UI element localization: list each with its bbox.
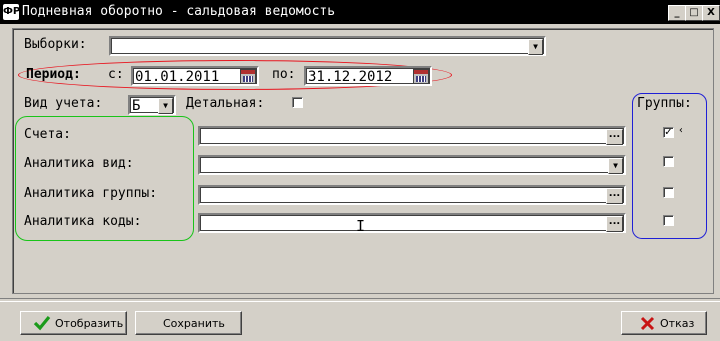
analytics-type-select[interactable]: ▼ — [198, 155, 626, 175]
text-cursor-icon: I — [356, 217, 366, 235]
calendar-icon[interactable] — [240, 69, 256, 84]
save-button[interactable]: Сохранить — [135, 311, 242, 335]
analytics-type-label: Аналитика вид: — [24, 156, 134, 171]
group-analytics-group-checkbox[interactable] — [663, 187, 674, 198]
close-icon — [640, 316, 655, 331]
groups-label: Группы: — [637, 96, 692, 111]
close-button[interactable]: X — [702, 5, 720, 21]
group-accounts-mark: ‹ — [678, 125, 685, 136]
accounts-label: Счета: — [24, 127, 71, 142]
analytics-codes-field[interactable]: ... — [198, 213, 626, 233]
ellipsis-button[interactable]: ... — [606, 129, 623, 145]
chevron-down-icon[interactable]: ▼ — [608, 158, 623, 174]
vyborki-label: Выборки: — [24, 37, 87, 52]
window-title: Подневная оборотно - сальдовая ведомость — [22, 4, 336, 19]
group-analytics-codes-checkbox[interactable] — [663, 215, 674, 226]
analytics-group-field[interactable]: ... — [198, 185, 626, 205]
maximize-button[interactable]: □ — [685, 5, 703, 21]
show-button[interactable]: Отобразить — [20, 311, 127, 335]
to-label: по: — [272, 67, 296, 82]
app-icon: ФР — [3, 4, 20, 20]
show-button-label: Отобразить — [55, 317, 124, 330]
vid-ucheta-select[interactable]: Б ▼ — [128, 95, 176, 115]
title-bar[interactable]: ФР Подневная оборотно - сальдовая ведомо… — [0, 0, 720, 24]
checkmark-icon — [33, 315, 51, 331]
from-label: с: — [108, 67, 124, 82]
cancel-button-label: Отказ — [660, 317, 695, 330]
date-from-field[interactable]: 01.01.2011 — [131, 66, 259, 86]
calendar-icon[interactable] — [413, 69, 429, 84]
chevron-down-icon[interactable]: ▼ — [528, 39, 543, 55]
ellipsis-button[interactable]: ... — [606, 216, 623, 232]
period-label: Период: — [26, 67, 81, 82]
cancel-button[interactable]: Отказ — [621, 311, 707, 335]
group-accounts-checkbox[interactable]: ✓ — [663, 127, 674, 138]
group-analytics-type-checkbox[interactable] — [663, 156, 674, 167]
chevron-down-icon[interactable]: ▼ — [158, 98, 173, 114]
vid-ucheta-label: Вид учета: — [24, 96, 103, 111]
vyborki-select[interactable]: ▼ — [109, 36, 546, 56]
report-window: ФР Подневная оборотно - сальдовая ведомо… — [0, 0, 720, 341]
analytics-group-label: Аналитика группы: — [24, 186, 158, 201]
date-to-field[interactable]: 31.12.2012 — [304, 66, 432, 86]
accounts-field[interactable]: ... — [198, 126, 626, 146]
analytics-codes-label: Аналитика коды: — [24, 214, 142, 229]
footer-separator — [0, 298, 720, 302]
ellipsis-button[interactable]: ... — [606, 188, 623, 204]
save-button-label: Сохранить — [163, 317, 225, 330]
detailed-label: Детальная: — [186, 96, 265, 111]
minimize-button[interactable]: _ — [668, 5, 686, 21]
detailed-checkbox[interactable] — [292, 97, 303, 108]
